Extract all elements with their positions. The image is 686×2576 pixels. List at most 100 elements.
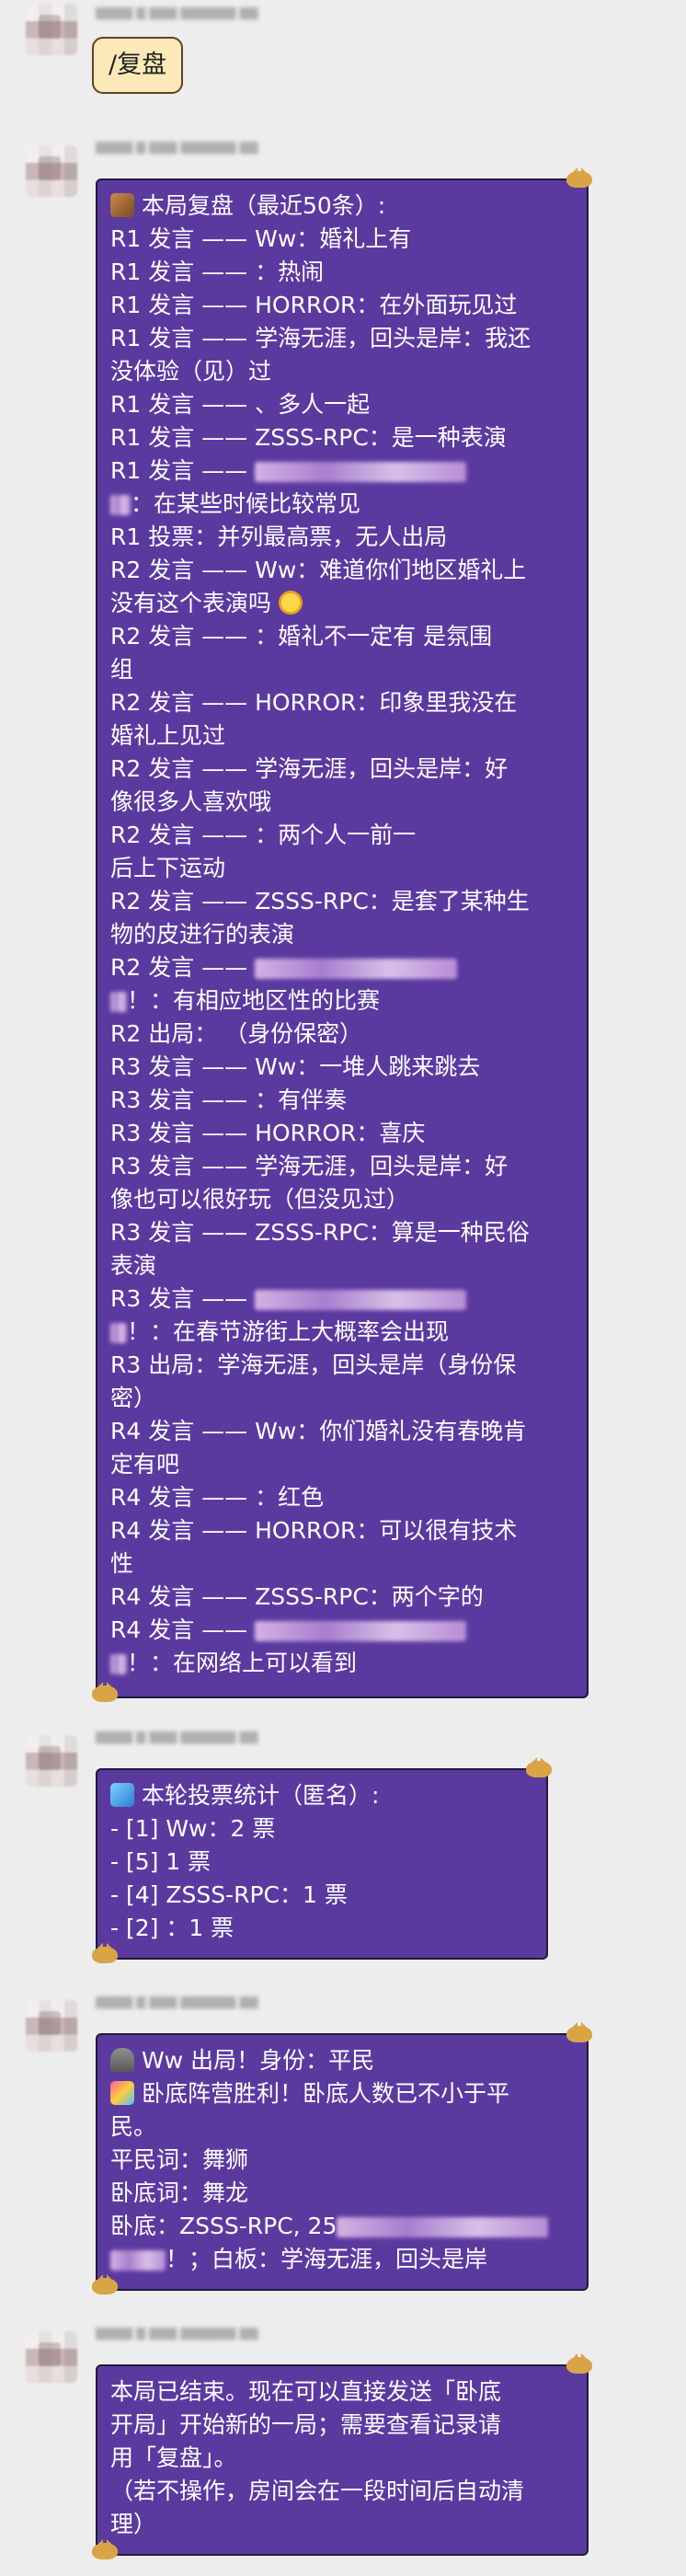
message-line: ！；白板：学海无涯，回头是岸 — [110, 2243, 574, 2276]
redacted-name — [255, 462, 467, 482]
redacted-name — [110, 1323, 127, 1343]
message-line: 定有吧 — [110, 1451, 180, 1478]
message-line: R1 投票：并列最高票，无人出局 — [110, 523, 448, 550]
message-line: R3 发言 —— ：有伴奏 — [110, 1087, 348, 1113]
message-line: 后上下运动 — [110, 855, 226, 881]
message-line: 本局复盘（最近50条）: — [110, 190, 574, 223]
message-line: R2 发言 —— 学海无涯，回头是岸：好 — [110, 755, 509, 782]
message-line: 民。 — [110, 2113, 157, 2140]
message-line: - [1] Ww：2 票 — [110, 1815, 276, 1842]
message-line: ！：在春节游街上大概率会出现 — [110, 1316, 574, 1349]
message-line: 没体验（见）过 — [110, 358, 272, 385]
message-line: - [4] ZSSS-RPC：1 票 — [110, 1881, 348, 1908]
message-line: R3 发言 —— — [110, 1282, 574, 1316]
message-line: R4 发言 —— — [110, 1614, 574, 1647]
message-line: R3 发言 —— HORROR：喜庆 — [110, 1120, 426, 1146]
message-line: （若不操作，房间会在一段时间后自动清 — [110, 2478, 525, 2504]
message-line: - [5] 1 票 — [110, 1848, 212, 1875]
message-line: R4 发言 —— HORROR：可以很有技术 — [110, 1517, 518, 1544]
message-line: R1 发言 —— 学海无涯，回头是岸：我还 — [110, 325, 532, 351]
avatar[interactable] — [26, 2331, 77, 2383]
message-bubble[interactable]: 本局复盘（最近50条）: R1 发言 —— Ww：婚礼上有 R1 发言 —— ：… — [96, 178, 589, 1698]
message-line: 卧底词：舞龙 — [110, 2179, 249, 2206]
message-line: R1 发言 —— HORROR：在外面玩见过 — [110, 292, 518, 318]
message-line: 物的皮进行的表演 — [110, 921, 295, 948]
message-line: R1 发言 —— 、多人一起 — [110, 391, 371, 418]
message-line: Ww 出局！身份：平民 — [110, 2044, 574, 2077]
message-line: - [2] ：1 票 — [110, 1915, 234, 1941]
cat-sticker-icon — [92, 1943, 118, 1963]
message-line: 密） — [110, 1385, 157, 1411]
cat-sticker-icon — [526, 1757, 552, 1777]
sender-name: ▇▇▇▇ ▇ ▇▇▇ ▇▇▇▇▇▇ ▇▇ — [96, 1731, 258, 1744]
cat-sticker-icon — [92, 2539, 118, 2559]
message-line: R2 发言 —— — [110, 951, 574, 984]
message-bubble[interactable]: Ww 出局！身份：平民 卧底阵营胜利！卧底人数已不小于平 民。 平民词：舞狮 卧… — [96, 2033, 589, 2291]
message-line: 开局」开始新的一局；需要查看记录请 — [110, 2411, 502, 2438]
sender-name: ▇▇▇▇ ▇ ▇▇▇ ▇▇▇▇▇▇ ▇▇ — [96, 6, 258, 20]
message-line: R4 发言 —— Ww：你们婚礼没有春晚肯 — [110, 1418, 527, 1444]
message-bubble[interactable]: 本局已结束。现在可以直接发送「卧底 开局」开始新的一局；需要查看记录请 用「复盘… — [96, 2364, 589, 2556]
message-line: 婚礼上见过 — [110, 722, 226, 749]
message-line: R3 发言 —— Ww：一堆人跳来跳去 — [110, 1053, 481, 1080]
cat-sticker-icon — [566, 2022, 592, 2042]
message-line: 卧底：ZSSS-RPC, 25 — [110, 2210, 574, 2243]
party-emoji-icon — [110, 2081, 134, 2105]
sender-name: ▇▇▇▇ ▇ ▇▇▇ ▇▇▇▇▇▇ ▇▇ — [96, 2327, 258, 2340]
redacted-name — [110, 992, 127, 1012]
message-line: R3 出局：学海无涯，回头是岸（身份保 — [110, 1351, 517, 1378]
message-line: R4 发言 —— ZSSS-RPC：两个字的 — [110, 1583, 484, 1610]
box-emoji-icon — [110, 193, 134, 217]
redacted-name — [255, 1621, 467, 1641]
cat-sticker-icon — [92, 1682, 118, 1702]
message-line: 像也可以很好玩（但没见过） — [110, 1186, 410, 1213]
message-line: R3 发言 —— ZSSS-RPC：算是一种民俗 — [110, 1219, 530, 1246]
cube-emoji-icon — [110, 1783, 134, 1807]
redacted-name — [110, 1654, 127, 1674]
message-bubble[interactable]: 本轮投票统计（匿名）: - [1] Ww：2 票 - [5] 1 票 - [4]… — [96, 1768, 548, 1960]
tombstone-emoji-icon — [110, 2048, 134, 2072]
message-line: 理） — [110, 2511, 157, 2537]
message-line: R3 发言 —— 学海无涯，回头是岸：好 — [110, 1153, 509, 1179]
message-line: R2 发言 —— Ww：难道你们地区婚礼上 — [110, 557, 527, 583]
cat-sticker-icon — [566, 2353, 592, 2374]
message-line: 用「复盘」。 — [110, 2444, 237, 2471]
sender-name: ▇▇▇▇ ▇ ▇▇▇ ▇▇▇▇▇▇ ▇▇ — [96, 1995, 258, 2009]
redacted-name — [337, 2217, 549, 2237]
surprised-face-icon — [278, 591, 303, 615]
message-line: R2 出局： （身份保密） — [110, 1020, 363, 1047]
message-line: R1 发言 —— ZSSS-RPC：是一种表演 — [110, 424, 507, 451]
message-text: /复盘 — [109, 51, 167, 79]
redacted-name — [255, 1290, 467, 1310]
message-line: 本轮投票统计（匿名）: — [110, 1779, 533, 1812]
message-line: ：在某些时候比较常见 — [110, 488, 574, 521]
message-line: R1 发言 —— ：热闹 — [110, 259, 325, 285]
message-line: 本局已结束。现在可以直接发送「卧底 — [110, 2378, 502, 2405]
message-line: R1 发言 —— Ww：婚礼上有 — [110, 225, 412, 252]
sender-name: ▇▇▇▇ ▇ ▇▇▇ ▇▇▇▇▇▇ ▇▇ — [96, 141, 258, 155]
message-line: R2 发言 —— ZSSS-RPC：是套了某种生 — [110, 888, 530, 914]
message-line: 像很多人喜欢哦 — [110, 788, 272, 815]
message-line: R2 发言 —— ：两个人一前一 — [110, 822, 417, 848]
message-line: 平民词：舞狮 — [110, 2146, 249, 2173]
message-bubble[interactable]: /复盘 — [92, 37, 184, 94]
message-line: R4 发言 —— ：红色 — [110, 1484, 325, 1511]
cat-sticker-icon — [566, 167, 592, 188]
message-line: 表演 — [110, 1252, 157, 1279]
message-line: R2 发言 —— ：婚礼不一定有 是氛围 — [110, 623, 493, 650]
message-line: R1 发言 —— — [110, 454, 574, 488]
avatar[interactable] — [26, 2000, 77, 2052]
avatar[interactable] — [26, 1735, 77, 1787]
cat-sticker-icon — [92, 2274, 118, 2294]
avatar[interactable] — [26, 4, 77, 55]
message-line: 卧底阵营胜利！卧底人数已不小于平 — [110, 2077, 574, 2110]
message-line: ！：有相应地区性的比赛 — [110, 984, 574, 1018]
message-line: ！：在网络上可以看到 — [110, 1647, 574, 1680]
message-line: R2 发言 —— HORROR：印象里我没在 — [110, 689, 518, 716]
message-line: 没有这个表演吗 — [110, 587, 574, 620]
message-line: 组 — [110, 656, 134, 683]
redacted-name — [110, 2250, 166, 2271]
avatar[interactable] — [26, 145, 77, 197]
redacted-name — [110, 495, 131, 515]
redacted-name — [255, 959, 458, 979]
